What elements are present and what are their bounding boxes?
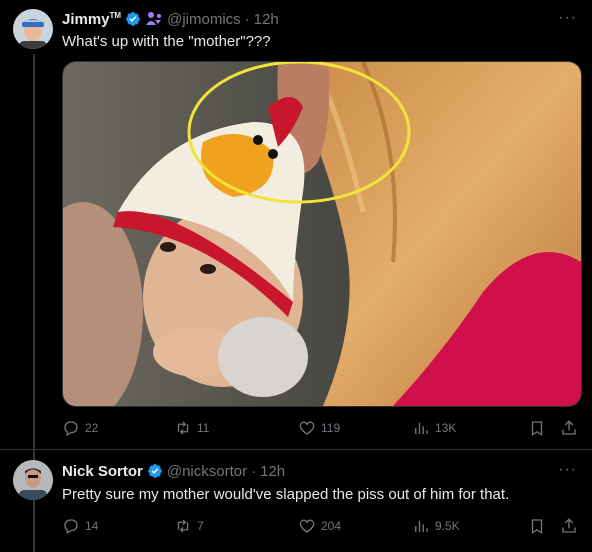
bookmark-button[interactable] [528, 419, 551, 437]
reply-icon [64, 421, 78, 436]
share-icon [562, 420, 576, 435]
tweet-1-actions: 22 11 119 13K [62, 419, 582, 439]
timestamp[interactable]: 12h [254, 11, 279, 28]
repost-icon [177, 421, 189, 435]
author-name[interactable]: JimmyTM [62, 11, 121, 28]
timestamp[interactable]: 12h [260, 463, 285, 480]
share-button[interactable] [560, 517, 583, 535]
author-name[interactable]: Nick Sortor [62, 463, 143, 480]
reply-button[interactable]: 14 [62, 517, 98, 535]
bookmark-icon [531, 421, 543, 437]
reply-button[interactable]: 22 [62, 419, 98, 437]
more-options-icon[interactable]: ··· [558, 461, 577, 479]
views-button[interactable]: 9.5K [412, 517, 460, 535]
tweet-divider [0, 449, 592, 450]
like-icon [299, 421, 315, 435]
verified-badge-icon [126, 12, 140, 26]
avatar-jimmy[interactable] [13, 9, 53, 49]
repost-icon [177, 519, 189, 533]
tweet-text: What's up with the "mother"??? [62, 33, 271, 50]
author-handle[interactable]: @nicksortor [167, 463, 247, 480]
photo [63, 62, 581, 406]
tweet-1-header: JimmyTM @jimomics · 12h [62, 10, 279, 28]
like-icon [299, 519, 315, 533]
like-button[interactable]: 204 [298, 517, 341, 535]
views-icon [415, 422, 428, 434]
reply-icon [64, 519, 78, 534]
avatar-nick-sortor[interactable] [13, 460, 53, 500]
more-options-icon[interactable]: ··· [558, 9, 577, 27]
bookmark-button[interactable] [528, 517, 551, 535]
separator-dot: · [244, 10, 250, 28]
tweet-2-actions: 14 7 204 9.5K [62, 517, 582, 537]
author-handle[interactable]: @jimomics [167, 11, 241, 28]
like-button[interactable]: 119 [298, 419, 340, 437]
tweet-media-image[interactable] [62, 61, 582, 407]
views-icon [415, 520, 428, 532]
bookmark-icon [531, 519, 543, 535]
share-icon [562, 518, 576, 533]
repost-button[interactable]: 7 [174, 517, 204, 535]
separator-dot: · [251, 462, 257, 480]
tweet-2-header: Nick Sortor @nicksortor · 12h [62, 462, 285, 480]
views-button[interactable]: 13K [412, 419, 456, 437]
verified-badge-icon [148, 464, 162, 478]
repost-button[interactable]: 11 [174, 419, 209, 437]
tweet-text: Pretty sure my mother would've slapped t… [62, 486, 510, 503]
share-button[interactable] [560, 419, 583, 437]
affiliate-badge-icon [146, 12, 162, 25]
